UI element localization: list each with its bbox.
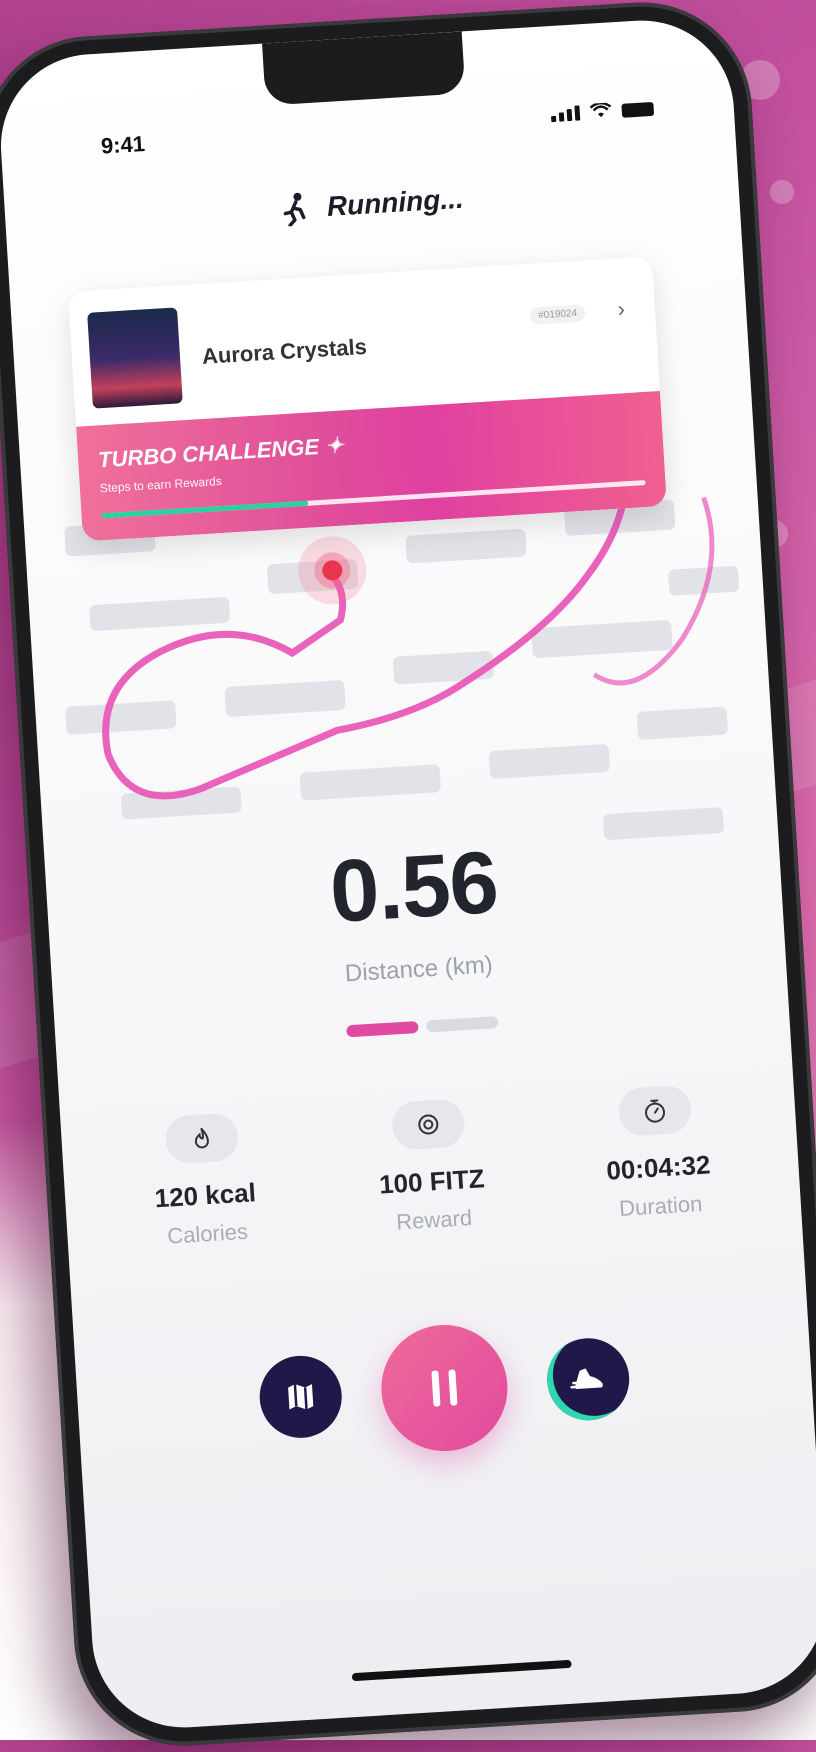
run-controls — [74, 1303, 814, 1474]
sparkle-icon: ✦ — [324, 432, 345, 459]
map-button[interactable] — [257, 1353, 345, 1441]
reward-value: 100 FITZ — [378, 1163, 486, 1200]
stat-reward: 100 FITZ Reward — [327, 1094, 535, 1239]
stats-row: 120 kcal Calories 100 FITZ Reward 00:04:… — [100, 1081, 761, 1254]
stat-duration: 00:04:32 Duration — [554, 1081, 762, 1226]
duration-label: Duration — [618, 1190, 703, 1222]
home-indicator[interactable] — [351, 1659, 572, 1682]
track-tag: #019024 — [529, 304, 586, 325]
page-title: Running... — [325, 182, 465, 222]
target-icon — [418, 1114, 439, 1135]
sneaker-icon — [570, 1368, 603, 1389]
battery-icon — [621, 101, 655, 118]
status-time: 9:41 — [100, 131, 146, 159]
runner-icon — [284, 192, 306, 227]
pause-button[interactable] — [377, 1321, 512, 1455]
notch — [262, 31, 466, 106]
status-bar: 9:41 — [0, 95, 735, 180]
wifi-icon — [589, 102, 612, 118]
phone-frame: 9:41 Running... Aurora Crystals #019024 … — [0, 0, 816, 1752]
flame-icon — [194, 1127, 209, 1149]
chevron-right-icon[interactable]: › — [617, 296, 626, 322]
stat-calories: 120 kcal Calories — [100, 1108, 308, 1253]
calories-label: Calories — [166, 1218, 249, 1249]
challenge-subtitle: Steps to earn Rewards — [99, 473, 223, 496]
challenge-card[interactable]: Aurora Crystals #019024 › TURBO CHALLENG… — [67, 256, 667, 542]
page-dot[interactable] — [425, 1016, 499, 1033]
map-icon — [288, 1384, 314, 1410]
calories-value: 120 kcal — [153, 1177, 257, 1214]
pause-icon — [431, 1369, 458, 1407]
page-dot-active[interactable] — [346, 1020, 419, 1038]
track-name: Aurora Crystals — [201, 333, 368, 369]
track-artwork — [87, 307, 183, 409]
reward-label: Reward — [395, 1205, 473, 1235]
challenge-progress-fill — [101, 500, 309, 519]
stopwatch-icon — [645, 1099, 666, 1123]
page-indicator — [56, 998, 789, 1055]
duration-value: 00:04:32 — [605, 1149, 712, 1186]
sneaker-button[interactable] — [544, 1335, 632, 1423]
challenge-title: TURBO CHALLENGE ✦ — [97, 432, 345, 473]
page-header: Running... — [5, 165, 740, 244]
app-screen: 9:41 Running... Aurora Crystals #019024 … — [0, 15, 816, 1733]
cellular-signal-icon — [550, 105, 581, 123]
